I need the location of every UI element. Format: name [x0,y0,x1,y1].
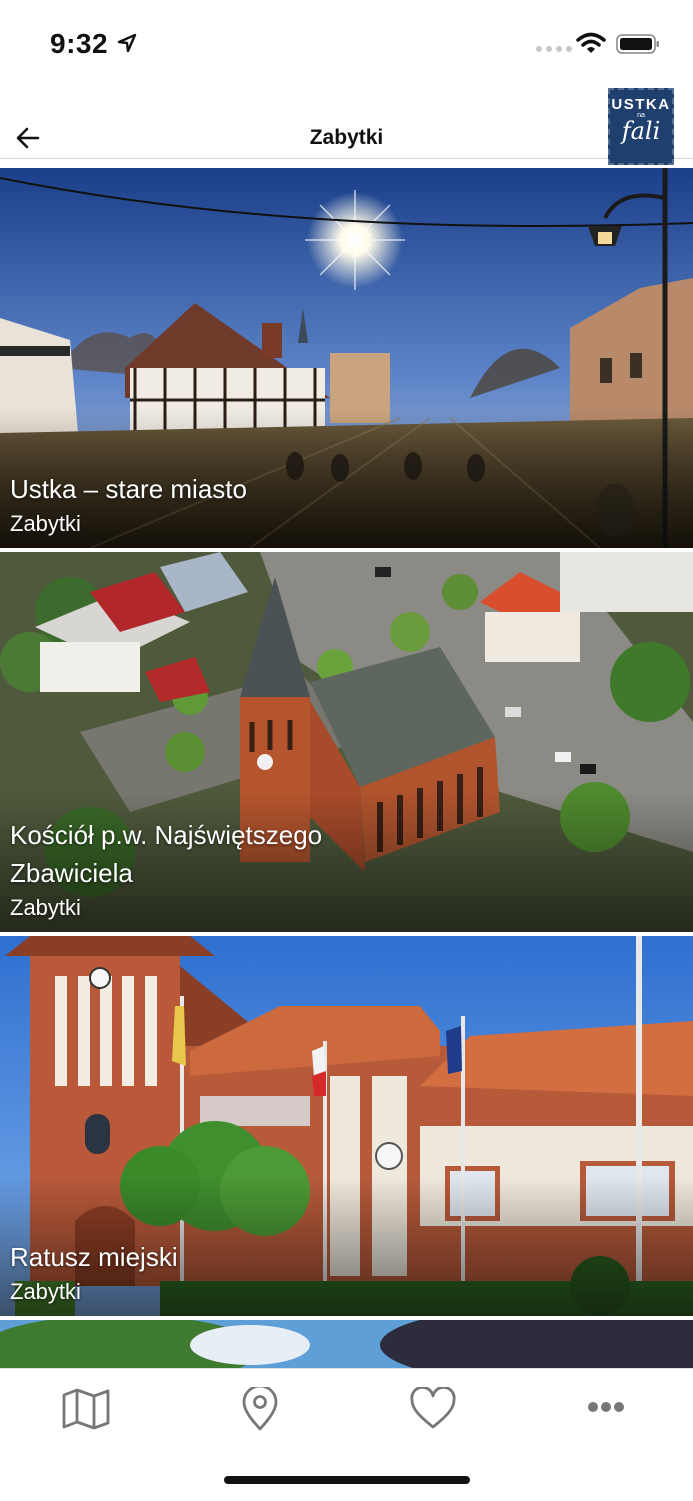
heart-icon[interactable] [408,1387,458,1431]
card-caption: Ratusz miejski Zabytki [10,1238,683,1308]
navigation-bar: Zabytki USTKA na fali [0,88,693,165]
logo-text-line3: fali [621,117,661,145]
location-pin-icon[interactable] [235,1387,285,1431]
more-icon[interactable] [581,1387,631,1431]
ustka-na-fali-logo: USTKA na fali [608,88,674,165]
status-bar: 9:32 [0,0,693,88]
list-item-card[interactable]: Ratusz miejski Zabytki [0,936,693,1316]
page-title: Zabytki [309,126,384,149]
list-item-card[interactable]: Kościół p.w. Najświętszego Zbawiciela Za… [0,552,693,932]
battery-icon [616,34,659,54]
list-item-card[interactable] [0,1320,693,1368]
card-photo-park [0,1320,693,1368]
card-title: Kościół p.w. Najświętszego Zbawiciela [10,820,323,888]
signal-icon [536,46,572,52]
status-time: 9:32 [50,28,109,59]
card-caption: Kościół p.w. Najświętszego Zbawiciela Za… [10,816,683,924]
card-title: Ratusz miejski [10,1242,178,1272]
card-category: Zabytki [10,895,81,920]
card-title: Ustka – stare miasto [10,474,247,504]
home-indicator[interactable] [224,1476,470,1484]
card-caption: Ustka – stare miasto Zabytki [10,470,683,540]
wifi-icon [576,32,606,53]
map-icon[interactable] [61,1387,111,1431]
card-category: Zabytki [10,511,81,536]
card-category: Zabytki [10,1279,81,1304]
location-arrow-icon [117,33,137,53]
logo-text-line1: USTKA [611,96,671,113]
list-item-card[interactable]: Ustka – stare miasto Zabytki [0,168,693,548]
